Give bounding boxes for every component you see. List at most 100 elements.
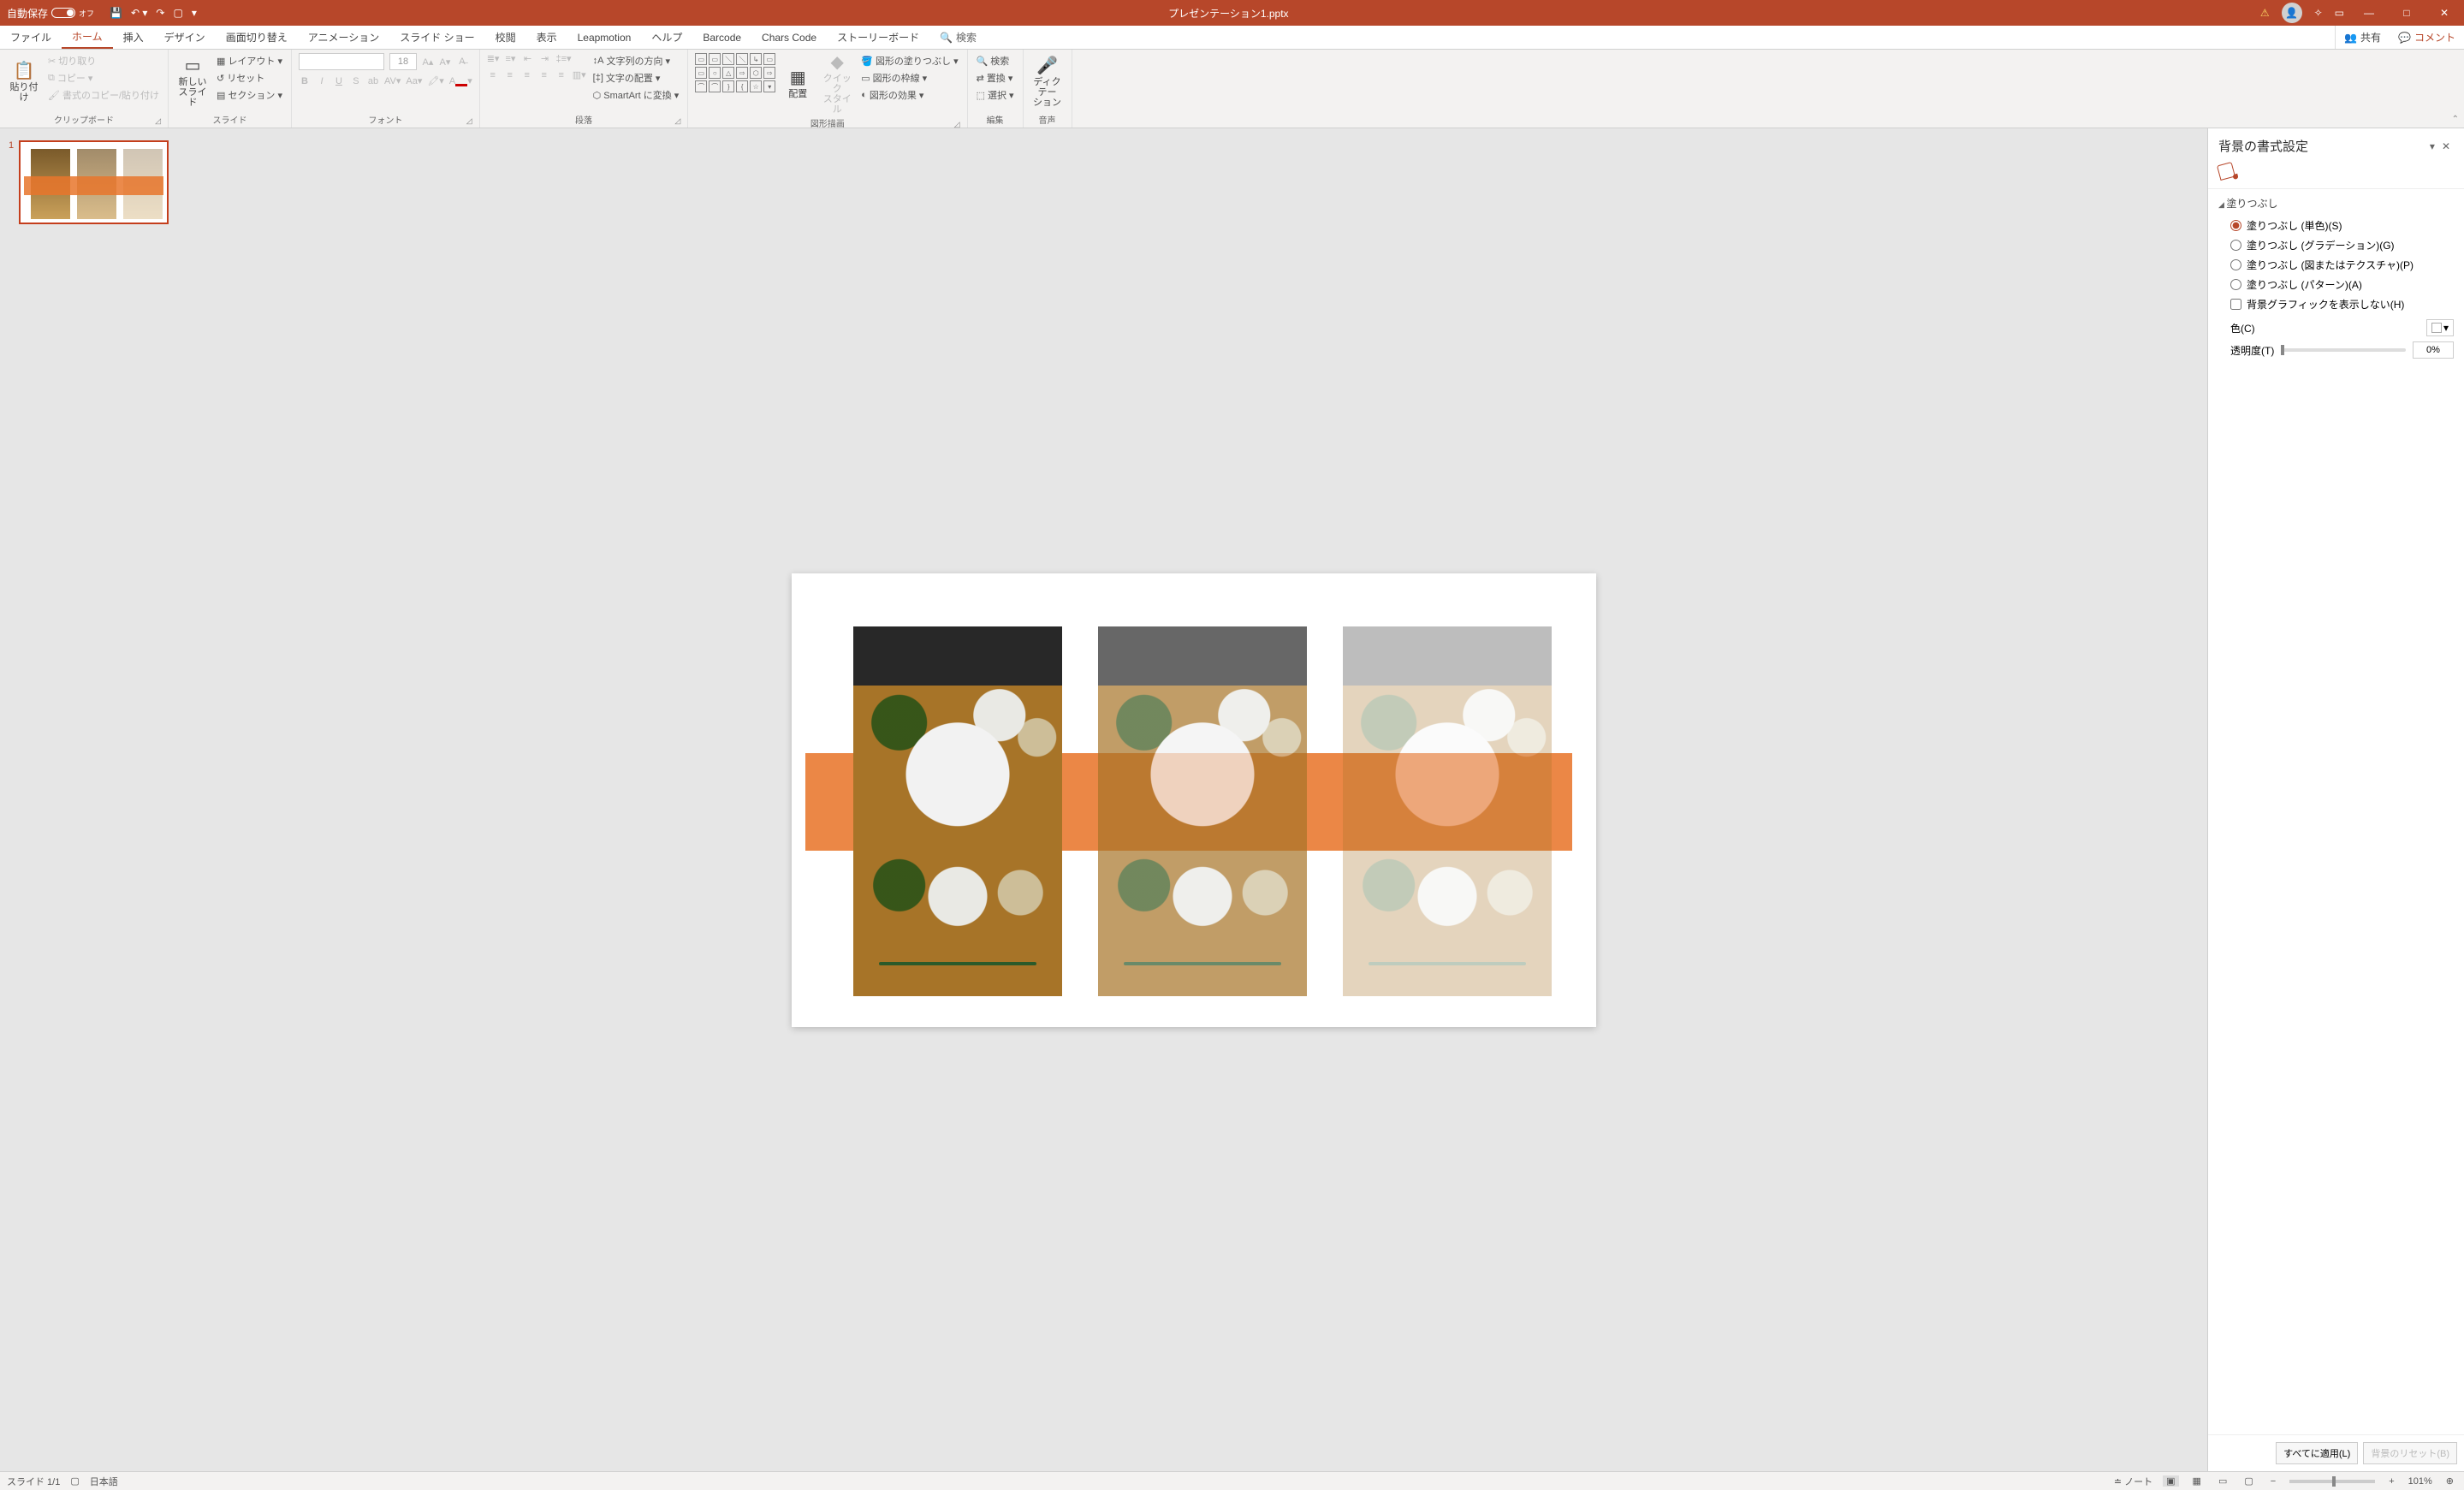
zoom-out-button[interactable]: − — [2267, 1476, 2279, 1487]
transparency-slider[interactable] — [2281, 348, 2406, 352]
cut-button[interactable]: ✂切り取り — [46, 53, 161, 68]
columns-button[interactable]: ▥▾ — [573, 69, 586, 80]
arrange-button[interactable]: ▦配置 — [781, 53, 815, 115]
new-slide-button[interactable]: ▭ 新しい スライド — [175, 53, 210, 111]
slide-canvas-area[interactable] — [180, 128, 2207, 1471]
reading-view-icon[interactable]: ▭ — [2215, 1475, 2230, 1487]
clipboard-launcher-icon[interactable]: ◿ — [155, 116, 161, 126]
font-size-input[interactable] — [389, 53, 417, 70]
fill-tab-icon[interactable] — [2217, 162, 2235, 181]
clear-format-icon[interactable]: A̶ — [456, 56, 468, 67]
paste-button[interactable]: 📋 貼り付け — [7, 53, 41, 111]
redo-icon[interactable]: ↷ — [156, 7, 164, 19]
line-spacing-button[interactable]: ‡≡▾ — [555, 53, 571, 64]
tab-file[interactable]: ファイル — [0, 26, 62, 49]
highlight-button[interactable]: 🖍▾ — [427, 75, 444, 86]
fill-solid-option[interactable]: 塗りつぶし (単色)(S) — [2218, 216, 2454, 235]
zoom-in-button[interactable]: + — [2385, 1476, 2397, 1487]
share-button[interactable]: 👥 共有 — [2335, 26, 2390, 49]
strike-button[interactable]: S — [350, 76, 362, 86]
ribbon-display-icon[interactable]: ▭ — [2335, 7, 2344, 19]
slide-image-1[interactable] — [853, 626, 1062, 996]
tell-me-search[interactable]: 🔍 検索 — [929, 26, 987, 49]
tab-barcode[interactable]: Barcode — [692, 26, 751, 49]
normal-view-icon[interactable]: ▣ — [2163, 1475, 2178, 1487]
fill-gradient-option[interactable]: 塗りつぶし (グラデーション)(G) — [2218, 235, 2454, 255]
align-left-button[interactable]: ≡ — [487, 70, 499, 80]
tab-slideshow[interactable]: スライド ショー — [389, 26, 484, 49]
align-center-button[interactable]: ≡ — [504, 70, 516, 80]
fit-to-window-icon[interactable]: ⊕ — [2443, 1475, 2457, 1487]
undo-icon[interactable]: ↶ ▾ — [131, 7, 147, 19]
increase-font-icon[interactable]: A▴ — [422, 56, 434, 68]
slide-counter[interactable]: スライド 1/1 — [7, 1475, 60, 1488]
shapes-gallery[interactable]: ▭▭＼＼↳▭ ▭○△⇨⬡⇨ ⌒⌒}{☆▾ — [695, 53, 775, 115]
font-launcher-icon[interactable]: ◿ — [466, 116, 472, 126]
warning-icon[interactable]: ⚠ — [2260, 7, 2270, 19]
fill-picture-option[interactable]: 塗りつぶし (図またはテクスチャ)(P) — [2218, 255, 2454, 275]
slideshow-from-start-icon[interactable]: ▢ — [173, 7, 182, 19]
pane-close-icon[interactable]: ✕ — [2438, 140, 2454, 152]
minimize-button[interactable]: ― — [2356, 7, 2382, 19]
dictate-button[interactable]: 🎤ディクテー ション — [1030, 53, 1065, 111]
slide-thumbnail-1[interactable] — [19, 140, 169, 224]
text-direction-button[interactable]: ↕A文字列の方向 ▾ — [591, 53, 681, 68]
smartart-button[interactable]: ⬡SmartArt に変換 ▾ — [591, 87, 681, 103]
select-button[interactable]: ⬚選択 ▾ — [975, 87, 1016, 103]
close-button[interactable]: ✕ — [2431, 7, 2457, 19]
format-painter-button[interactable]: 🖌書式のコピー/貼り付け — [46, 87, 161, 103]
account-icon[interactable]: 👤 — [2282, 3, 2302, 23]
slideshow-view-icon[interactable]: ▢ — [2241, 1475, 2256, 1487]
collapse-ribbon-icon[interactable]: ⌃ — [2452, 115, 2459, 124]
shape-effects-button[interactable]: ◐図形の効果 ▾ — [859, 87, 959, 103]
save-icon[interactable]: 💾 — [110, 7, 122, 19]
find-button[interactable]: 🔍検索 — [975, 53, 1016, 68]
bullets-button[interactable]: ≣▾ — [487, 53, 500, 64]
tab-leapmotion[interactable]: Leapmotion — [567, 26, 642, 49]
zoom-slider[interactable] — [2289, 1480, 2375, 1483]
maximize-button[interactable]: □ — [2394, 7, 2419, 19]
fill-picture-radio[interactable] — [2230, 259, 2241, 270]
tab-design[interactable]: デザイン — [154, 26, 216, 49]
hide-bg-option[interactable]: 背景グラフィックを表示しない(H) — [2218, 294, 2454, 314]
fill-section-header[interactable]: 塗りつぶし — [2218, 196, 2454, 211]
slide-image-2[interactable] — [1098, 626, 1307, 996]
align-right-button[interactable]: ≡ — [521, 70, 533, 80]
section-button[interactable]: ▤セクション ▾ — [215, 87, 284, 103]
decrease-font-icon[interactable]: A▾ — [439, 56, 451, 68]
distribute-button[interactable]: ≡ — [555, 70, 567, 80]
tab-home[interactable]: ホーム — [62, 26, 113, 49]
char-spacing-button[interactable]: AV▾ — [384, 75, 401, 86]
tab-animations[interactable]: アニメーション — [298, 26, 390, 49]
slide[interactable] — [792, 573, 1596, 1027]
shape-outline-button[interactable]: ▭図形の枠線 ▾ — [859, 70, 959, 86]
italic-button[interactable]: I — [316, 76, 328, 86]
replace-button[interactable]: ⇄置換 ▾ — [975, 70, 1016, 86]
apply-all-button[interactable]: すべてに適用(L) — [2276, 1442, 2358, 1464]
tab-transitions[interactable]: 画面切り替え — [216, 26, 298, 49]
fill-pattern-radio[interactable] — [2230, 279, 2241, 290]
fill-pattern-option[interactable]: 塗りつぶし (パターン)(A) — [2218, 275, 2454, 294]
font-family-input[interactable] — [299, 53, 384, 70]
underline-button[interactable]: U — [333, 76, 345, 86]
justify-button[interactable]: ≡ — [538, 70, 550, 80]
autosave-toggle[interactable]: 自動保存 オフ — [7, 6, 94, 21]
align-text-button[interactable]: [‡]文字の配置 ▾ — [591, 70, 681, 86]
fill-solid-radio[interactable] — [2230, 220, 2241, 231]
reset-button[interactable]: ↺リセット — [215, 70, 284, 86]
tab-storyboard[interactable]: ストーリーボード — [827, 26, 929, 49]
tab-view[interactable]: 表示 — [526, 26, 567, 49]
zoom-level[interactable]: 101% — [2408, 1476, 2432, 1487]
copy-button[interactable]: ⧉コピー ▾ — [46, 70, 161, 86]
coming-soon-icon[interactable]: ✧ — [2314, 7, 2323, 19]
paragraph-launcher-icon[interactable]: ◿ — [674, 116, 680, 126]
indent-decrease-button[interactable]: ⇤ — [521, 53, 533, 64]
layout-button[interactable]: ▦レイアウト ▾ — [215, 53, 284, 68]
slide-sorter-view-icon[interactable]: ▦ — [2189, 1475, 2205, 1487]
color-picker-button[interactable]: ▾ — [2426, 319, 2454, 336]
shape-fill-button[interactable]: 🪣図形の塗りつぶし ▾ — [859, 53, 959, 68]
font-color-button[interactable]: A▾ — [449, 75, 472, 86]
change-case-button[interactable]: Aa▾ — [406, 75, 422, 86]
pane-menu-icon[interactable]: ▾ — [2426, 140, 2438, 152]
shadow-button[interactable]: ab — [367, 76, 379, 86]
